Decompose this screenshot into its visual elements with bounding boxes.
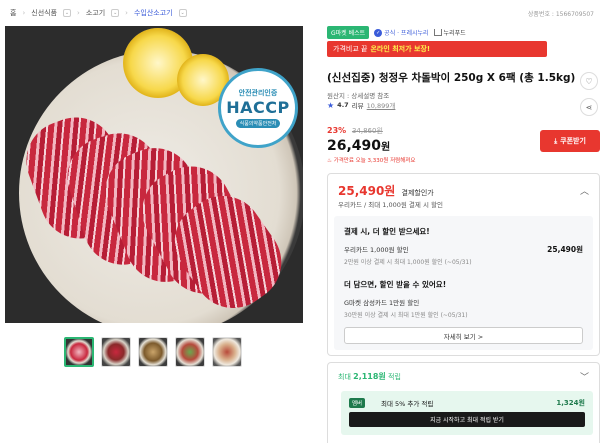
benefit-subtitle: 우리카드 / 최대 1,000원 결제 시 할인 [338, 201, 443, 209]
breadcrumb-item-imported-beef[interactable]: 수입산소고기 [134, 8, 173, 18]
benefit-card2-note: 30만원 이상 결제 시 최대 1만원 할인 (~05/31) [344, 312, 468, 319]
sale-price-unit: 원 [381, 142, 391, 153]
official-store-link[interactable]: ✓ 공식 · 프레시누리 [374, 28, 429, 37]
membership-desc: 최대 5% 추가 적립 [381, 400, 434, 408]
price-expire-text: 가격만료 오늘 3,330원 저렴해져요 [333, 158, 416, 164]
store-icon [433, 29, 442, 36]
compare-highlight: 온라인 최저가 보장! [370, 45, 431, 53]
coupon-button[interactable]: ⤓ 쿠폰받기 [540, 130, 600, 152]
original-price: 34,860원 [351, 127, 383, 135]
benefit-card-amount: 25,490원 [547, 245, 583, 254]
product-title: (신선집중) 청정우 차돌박이 250g X 6팩 (총 1.5kg) [327, 72, 576, 84]
membership-tag: 멤버 [349, 398, 366, 408]
best-badge: G마켓 베스트 [327, 26, 370, 39]
payment-benefits-box: 25,490원 결제할인가 우리카드 / 최대 1,000원 결제 시 할인 ︿… [327, 173, 600, 356]
haccp-badge: 안전관리인증 HACCP 식품의약품안전처 [218, 68, 298, 148]
benefit-section2-heading: 더 담으면, 할인 받을 수 있어요! [344, 280, 447, 289]
breadcrumb: 홈 › 신선식품 ⌄ › 소고기 ⌄ › 수입산소고기 ⌄ [10, 8, 187, 18]
sale-price-number: 26,490 [327, 138, 382, 154]
product-tags: G마켓 베스트 ✓ 공식 · 프레시누리 누리푸드 [327, 26, 466, 39]
thumbnail-1[interactable] [64, 337, 94, 367]
download-icon: ⤓ [554, 136, 558, 145]
sale-price: 26,490원 [327, 138, 390, 154]
chevron-down-icon[interactable]: ⌄ [178, 9, 187, 17]
chevron-up-icon[interactable]: ︿ [580, 184, 589, 197]
breadcrumb-separator: › [22, 9, 26, 17]
product-main-image[interactable]: 안전관리인증 HACCP 식품의약품안전처 [5, 26, 303, 323]
breadcrumb-item-beef[interactable]: 소고기 [86, 8, 105, 18]
heart-icon[interactable]: ♡ [580, 72, 598, 90]
benefit-card-name: 우리카드 1,000원 할인 [344, 246, 409, 254]
points-amount: 2,118원 [353, 372, 386, 381]
rating-value: 4.7 [337, 101, 349, 109]
review-count-link[interactable]: 10,899개 [367, 100, 396, 110]
compare-label: 가격비교 끝 [333, 45, 368, 53]
points-heading: 최대 2,118원 적립 [338, 371, 401, 382]
points-suffix: 적립 [388, 373, 401, 381]
official-store-label: 공식 · 프레시누리 [384, 30, 429, 37]
thumbnail-3[interactable] [138, 337, 168, 367]
more-details-button[interactable]: 자세히 보기 > [344, 327, 583, 344]
benefit-price-number: 25,490원 [338, 184, 396, 198]
review-label: 리뷰 [351, 102, 364, 110]
membership-points-box: 멤버 최대 5% 추가 적립 1,324원 지금 시작하고 최대 적립 받기 [341, 391, 593, 435]
benefit-card2-name: G마켓 삼성카드 1만원 할인 [344, 299, 420, 307]
benefit-price-label: 결제할인가 [401, 189, 434, 197]
verified-shield-icon: ✓ [374, 28, 383, 37]
discount-row: 23% 34,860원 [327, 126, 383, 136]
haccp-main-text: HACCP [226, 98, 290, 117]
benefit-section1-heading: 결제 시, 더 할인 받으세요! [344, 227, 430, 236]
price-compare-banner[interactable]: 가격비교 끝 온라인 최저가 보장! [327, 41, 547, 57]
chevron-down-icon[interactable]: ﹀ [580, 370, 589, 383]
brand-label: 누리푸드 [443, 30, 466, 37]
thumbnail-2[interactable] [101, 337, 131, 367]
brand-store-link[interactable]: 누리푸드 [433, 28, 466, 37]
benefit-card-note: 2만원 이상 결제 시 최대 1,000원 할인 (~05/31) [344, 259, 472, 266]
breadcrumb-item-fresh[interactable]: 신선식품 [31, 8, 57, 18]
thumbnail-5[interactable] [212, 337, 242, 367]
thumbnail-list [64, 337, 242, 367]
breadcrumb-home[interactable]: 홈 [10, 8, 16, 18]
star-icon: ★ [327, 100, 335, 110]
fire-icon: ♨ [327, 158, 332, 164]
price-expire-note: ♨ 가격만료 오늘 3,330원 저렴해져요 [327, 156, 415, 164]
benefit-price: 25,490원 결제할인가 [338, 182, 434, 199]
membership-start-button[interactable]: 지금 시작하고 최대 적립 받기 [349, 412, 585, 427]
haccp-top-text: 안전관리인증 [238, 89, 278, 97]
chevron-down-icon[interactable]: ⌄ [111, 9, 120, 17]
breadcrumb-separator: › [77, 9, 80, 17]
benefit-detail-panel: 결제 시, 더 할인 받으세요! 우리카드 1,000원 할인 25,490원 … [334, 216, 593, 350]
points-prefix: 최대 [338, 373, 351, 381]
coupon-button-label: 쿠폰받기 [560, 137, 586, 145]
points-section: 최대 2,118원 적립 ﹀ 멤버 최대 5% 추가 적립 1,324원 지금 … [327, 362, 600, 443]
product-origin: 원산지 : 상세설명 참조 [327, 92, 390, 100]
product-rating: ★ 4.7 리뷰 10,899개 [327, 100, 396, 111]
discount-rate: 23% [327, 126, 347, 135]
product-number: 상품번호 : 1566709507 [527, 11, 594, 18]
membership-value: 1,324원 [556, 399, 585, 407]
chevron-down-icon[interactable]: ⌄ [63, 9, 72, 17]
breadcrumb-separator: › [125, 9, 128, 17]
thumbnail-4[interactable] [175, 337, 205, 367]
share-icon[interactable]: ⋖ [580, 98, 598, 116]
haccp-bottom-text: 식품의약품안전처 [235, 119, 281, 128]
